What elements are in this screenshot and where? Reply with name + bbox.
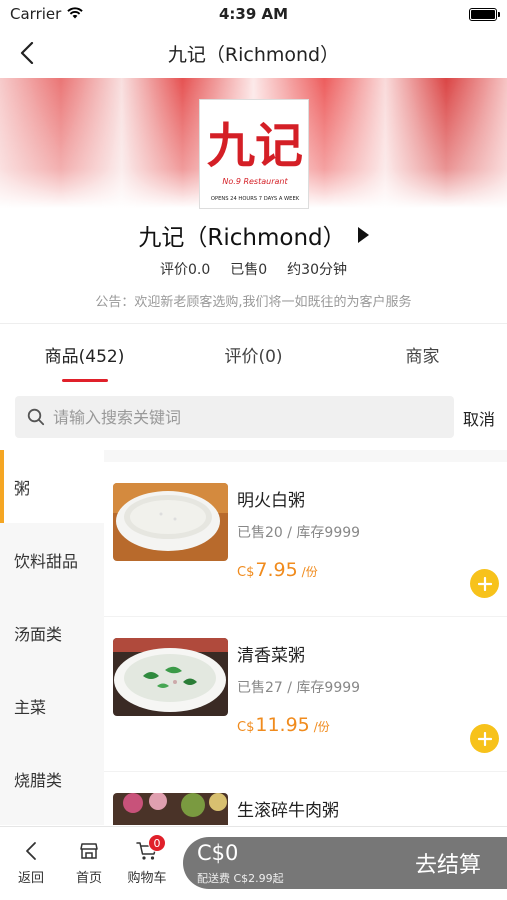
delivery-time: 约30分钟 <box>287 262 347 278</box>
list-item[interactable]: 清香菜粥 已售27 / 库存9999 C$ 11.95 /份 <box>104 617 507 772</box>
plus-icon <box>477 731 492 746</box>
shop-notice: 公告：欢迎新老顾客选购,我们将一如既往的为客户服务 <box>95 295 412 310</box>
carrier-label: Carrier <box>10 5 62 23</box>
shop-stats: 评价0.0 已售0 约30分钟 <box>0 259 507 279</box>
page-title: 九记（Richmond） <box>167 43 340 66</box>
delivery-fee: 配送费 C$2.99起 <box>197 872 284 885</box>
status-bar: Carrier 4:39 AM <box>0 0 507 28</box>
product-meta: 已售20 / 库存9999 <box>237 525 361 541</box>
add-to-cart-button[interactable] <box>470 569 499 598</box>
checkout-bar[interactable]: C$0 配送费 C$2.99起 去结算 <box>183 837 507 889</box>
tab-bar: 商品(452) 评价(0) 商家 <box>0 324 507 384</box>
battery-icon <box>469 7 500 21</box>
cancel-button[interactable]: 取消 <box>463 406 495 430</box>
product-list: 明火白粥 已售20 / 库存9999 C$ 7.95 /份 清香菜粥 已售27 … <box>104 450 507 825</box>
price-value: 7.95 <box>255 559 298 581</box>
plus-icon <box>477 576 492 591</box>
category-item-drinks-desserts[interactable]: 饮料甜品 <box>0 523 104 596</box>
shop-name-row[interactable]: 九记（Richmond） <box>0 218 507 252</box>
category-item-main-dishes[interactable]: 主菜 <box>0 669 104 742</box>
product-image <box>113 793 228 825</box>
shop-name: 九记（Richmond） <box>138 225 346 251</box>
search-input[interactable] <box>53 407 433 427</box>
search-box[interactable] <box>15 396 454 438</box>
list-item[interactable]: 生滚碎牛肉粥 <box>104 772 507 825</box>
logo-hours-text: OPENS 24 HOURS 7 DAYS A WEEK <box>211 196 300 202</box>
category-item-congee[interactable]: 粥 <box>0 450 104 523</box>
store-icon <box>80 843 98 859</box>
add-to-cart-button[interactable] <box>470 724 499 753</box>
product-name: 清香菜粥 <box>237 646 305 666</box>
logo-main-text: 九记 <box>207 118 303 174</box>
product-name: 生滚碎牛肉粥 <box>237 801 339 821</box>
chevron-left-icon <box>26 842 36 860</box>
price-value: 11.95 <box>255 714 310 736</box>
checkout-button[interactable]: 去结算 <box>415 847 481 879</box>
price-currency: C$ <box>237 720 255 735</box>
product-price: C$ 7.95 /份 <box>237 559 318 581</box>
product-name: 明火白粥 <box>237 491 305 511</box>
status-left: Carrier <box>10 5 84 23</box>
home-label: 首页 <box>75 871 102 886</box>
tab-reviews[interactable]: 评价(0) <box>169 324 338 384</box>
nav-bar: 九记（Richmond） <box>0 28 507 78</box>
shop-rating: 评价0.0 <box>159 262 211 278</box>
product-price: C$ 11.95 /份 <box>237 714 330 736</box>
bottom-nav-home[interactable]: 首页 <box>64 841 114 886</box>
product-image <box>113 638 228 716</box>
price-currency: C$ <box>237 565 255 580</box>
active-tab-indicator <box>62 379 108 382</box>
category-item-soup-noodles[interactable]: 汤面类 <box>0 596 104 669</box>
category-item-bbq[interactable]: 烧腊类 <box>0 742 104 815</box>
wifi-icon <box>67 5 84 23</box>
tab-merchant[interactable]: 商家 <box>338 324 507 384</box>
tab-products[interactable]: 商品(452) <box>0 324 169 384</box>
shop-logo: 九记 No.9 Restaurant OPENS 24 HOURS 7 DAYS… <box>199 99 309 209</box>
search-icon <box>27 408 45 426</box>
shop-sold: 已售0 <box>230 262 268 278</box>
play-arrow-icon <box>357 227 369 243</box>
cart-count-badge: 0 <box>148 834 166 852</box>
cart-total: C$0 <box>197 841 239 865</box>
price-unit: /份 <box>301 565 318 579</box>
product-meta: 已售27 / 库存9999 <box>237 680 361 696</box>
back-button[interactable] <box>12 38 42 68</box>
product-area: 明火白粥 已售20 / 库存9999 C$ 7.95 /份 清香菜粥 已售27 … <box>104 462 507 825</box>
bottom-nav-back[interactable]: 返回 <box>6 841 56 886</box>
product-image <box>113 483 228 561</box>
back-label: 返回 <box>17 871 44 886</box>
list-item[interactable]: 明火白粥 已售20 / 库存9999 C$ 7.95 /份 <box>104 462 507 617</box>
cart-label: 购物车 <box>127 871 167 886</box>
logo-sub-text: No.9 Restaurant <box>222 177 288 186</box>
category-sidebar: 粥 饮料甜品 汤面类 主菜 烧腊类 <box>0 450 104 825</box>
price-unit: /份 <box>313 720 330 734</box>
chevron-left-icon <box>20 42 34 64</box>
